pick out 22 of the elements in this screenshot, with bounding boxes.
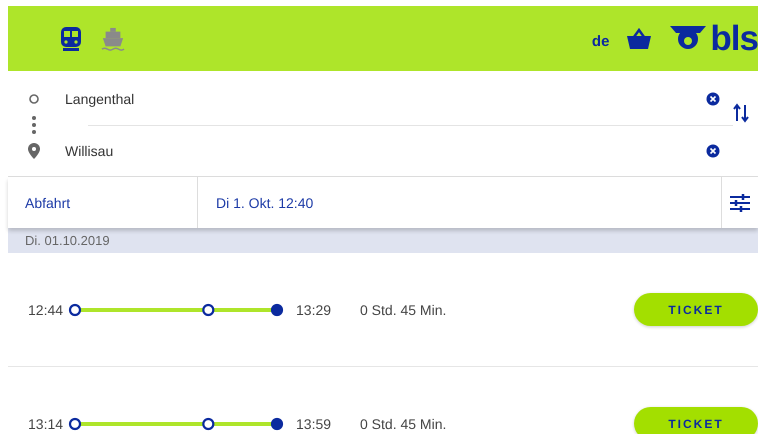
ticket-button[interactable]: TICKET: [634, 293, 758, 326]
departure-time: 13:14: [28, 416, 64, 432]
clear-icon[interactable]: [706, 92, 720, 106]
language-link[interactable]: de: [592, 33, 610, 50]
swap-icon[interactable]: [733, 103, 749, 123]
logo-wordmark[interactable]: bls: [710, 21, 758, 56]
date-label: Di. 01.10.2019: [25, 233, 110, 248]
arrival-time: 13:29: [296, 302, 332, 318]
origin-field[interactable]: Langenthal: [65, 91, 706, 107]
clear-icon[interactable]: [706, 144, 720, 158]
basket-icon[interactable]: [626, 28, 652, 50]
train-icon[interactable]: [59, 26, 83, 52]
duration-text: 0 Std. 45 Min.: [360, 302, 448, 318]
dots-icon: [31, 115, 37, 135]
departure-time: 12:44: [28, 302, 64, 318]
filter-icon[interactable]: [730, 194, 750, 212]
location-pin-icon: [28, 143, 40, 159]
origin-circle-icon: [28, 93, 40, 105]
destination-field[interactable]: Willisau: [65, 143, 706, 159]
duration-text: 0 Std. 45 Min.: [360, 416, 448, 432]
ticket-button[interactable]: TICKET: [634, 407, 758, 434]
arrival-time: 13:59: [296, 416, 332, 432]
